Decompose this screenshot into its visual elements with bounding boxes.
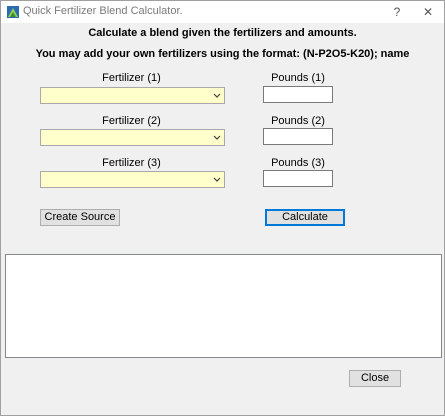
fertilizer-app-icon [7,6,19,18]
format-hint: You may add your own fertilizers using t… [35,48,410,60]
fertilizer-3-label: Fertilizer (3) [102,157,161,169]
title-bar[interactable]: Quick Fertilizer Blend Calculator. ? ✕ [1,1,444,23]
chevron-down-icon[interactable] [210,130,224,145]
fertilizer-1-dropdown[interactable] [40,87,225,104]
calculate-button[interactable]: Calculate [265,209,345,226]
chevron-down-icon[interactable] [210,172,224,187]
fertilizer-2-dropdown[interactable] [40,129,225,146]
dialog-client-area: Calculate a blend given the fertilizers … [1,23,444,415]
fertilizer-2-label: Fertilizer (2) [102,115,161,127]
help-button[interactable]: ? [382,2,412,22]
create-source-button[interactable]: Create Source [40,209,120,226]
instruction-heading: Calculate a blend given the fertilizers … [88,27,357,39]
close-window-button[interactable]: ✕ [413,2,443,22]
results-textbox[interactable] [5,254,442,358]
pounds-1-label: Pounds (1) [271,72,325,84]
fertilizer-3-dropdown[interactable] [40,171,225,188]
pounds-2-input[interactable] [263,128,333,145]
dialog-window: Quick Fertilizer Blend Calculator. ? ✕ C… [0,0,445,416]
close-button[interactable]: Close [349,370,401,387]
pounds-3-label: Pounds (3) [271,157,325,169]
pounds-3-input[interactable] [263,170,333,187]
fertilizer-1-label: Fertilizer (1) [102,72,161,84]
pounds-2-label: Pounds (2) [271,115,325,127]
window-title: Quick Fertilizer Blend Calculator. [23,5,183,17]
chevron-down-icon[interactable] [210,88,224,103]
pounds-1-input[interactable] [263,86,333,103]
